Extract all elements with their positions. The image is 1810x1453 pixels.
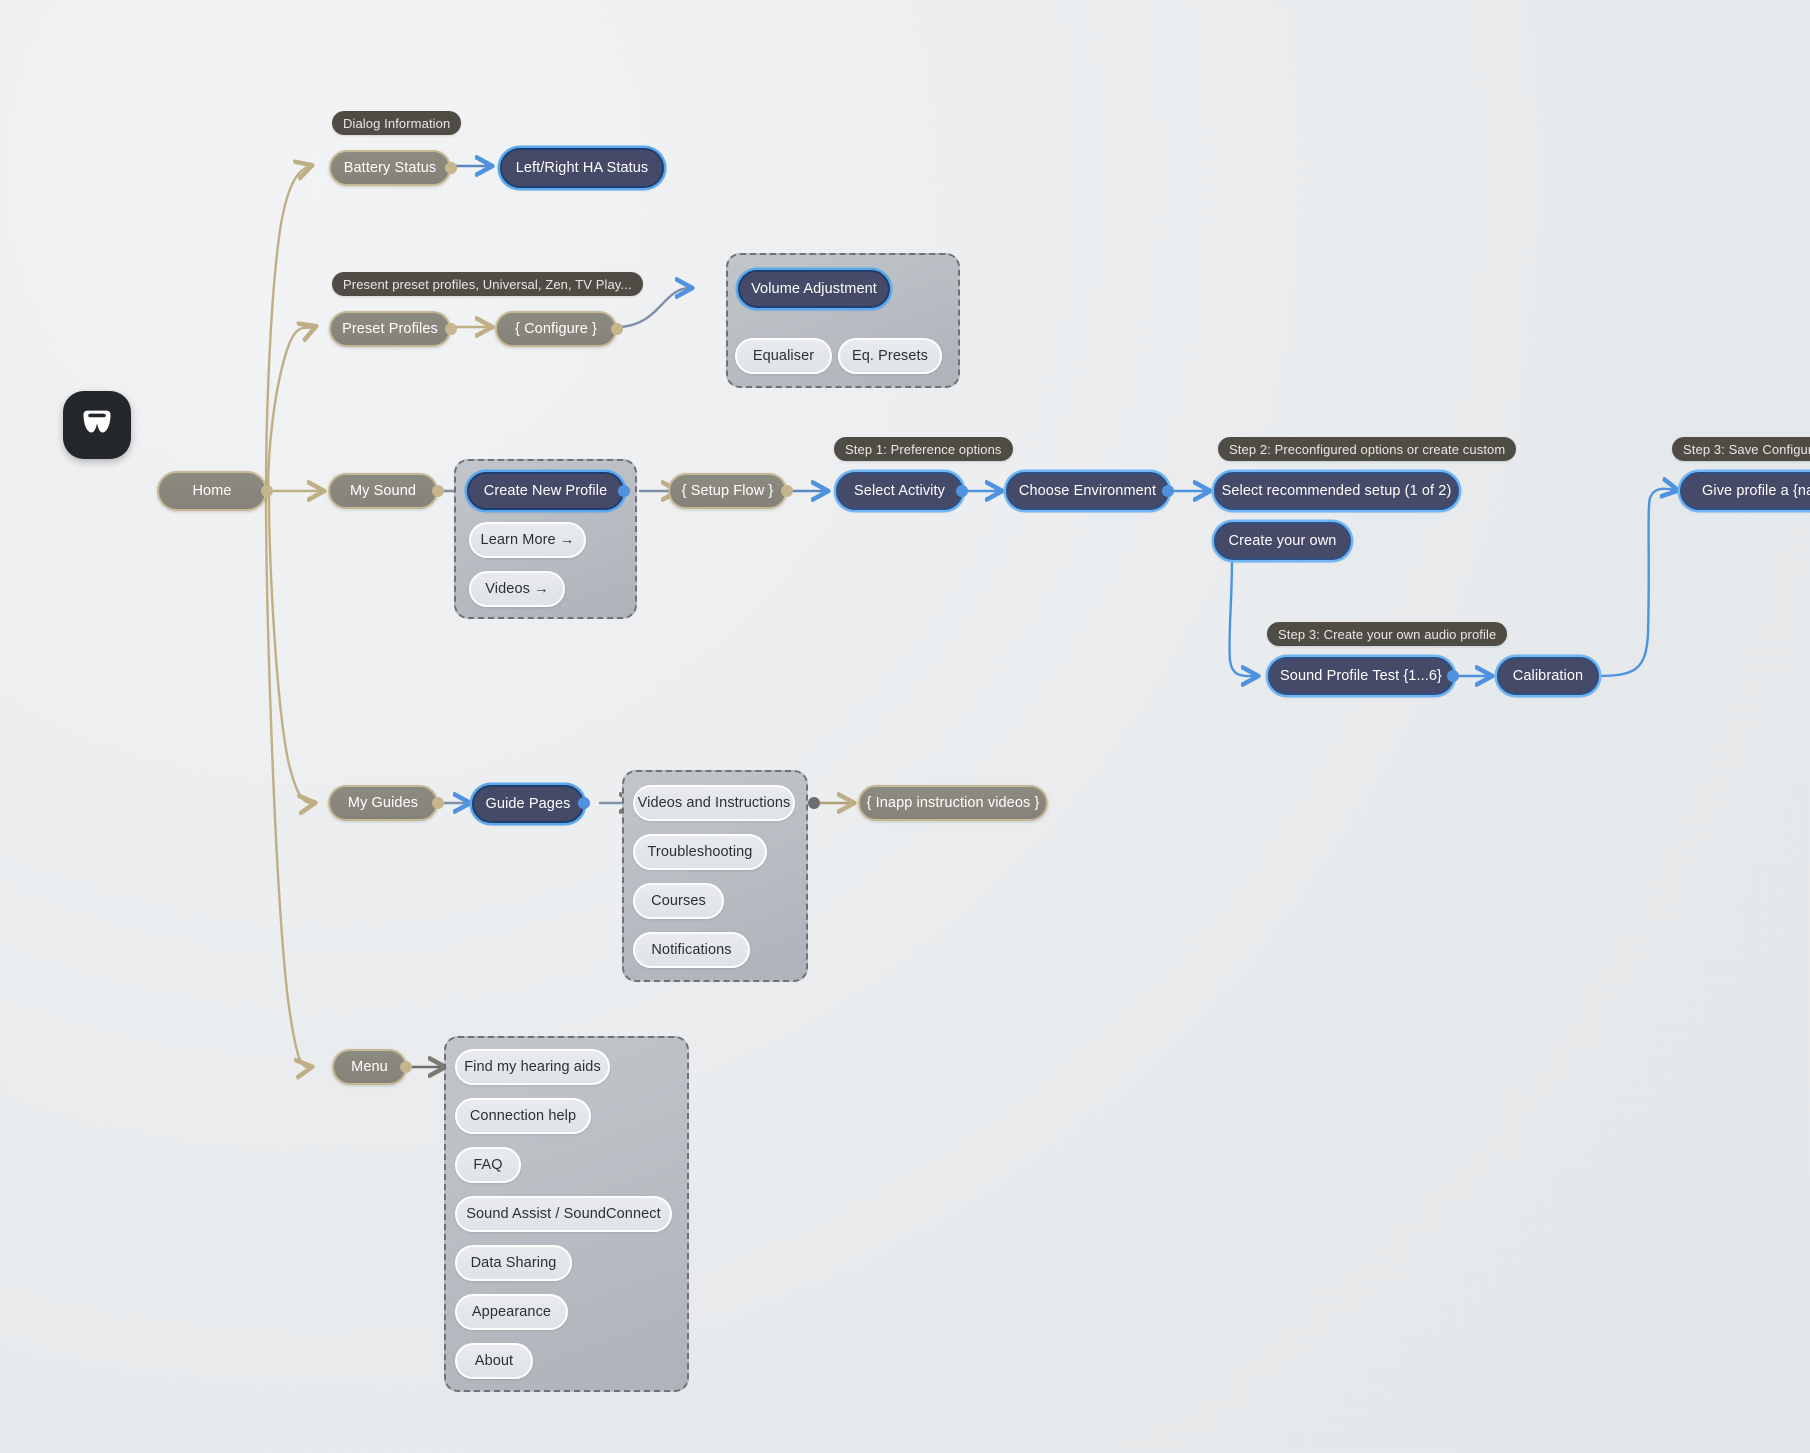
node-faq[interactable]: FAQ (455, 1147, 521, 1183)
node-sound-profile-test[interactable]: Sound Profile Test {1...6} (1268, 657, 1454, 695)
connector-dot-preset-profiles (445, 323, 457, 335)
node-connection-help-label: Connection help (469, 1107, 577, 1124)
connector-dot-battery-status (445, 162, 457, 174)
edge-layer (264, 0, 1810, 1453)
node-about-label: About (474, 1352, 514, 1369)
node-choose-environment-label: Choose Environment (1018, 482, 1157, 499)
connector-dot-menu (400, 1061, 412, 1073)
connector-dot-sound-profile-test (1447, 670, 1459, 682)
node-home-label: Home (192, 482, 232, 499)
node-courses[interactable]: Courses (633, 883, 724, 919)
node-appearance-label: Appearance (471, 1303, 552, 1320)
node-data-sharing-label: Data Sharing (470, 1254, 557, 1271)
node-find-my-hearing-aids[interactable]: Find my hearing aids (455, 1049, 610, 1085)
note-step-1: Step 1: Preference options (834, 437, 1013, 461)
node-home[interactable]: Home (157, 471, 267, 511)
note-step-2: Step 2: Preconfigured options or create … (1218, 437, 1517, 461)
node-calibration-label: Calibration (1512, 667, 1584, 684)
node-battery-status[interactable]: Battery Status (329, 150, 451, 186)
node-eq-presets[interactable]: Eq. Presets (838, 338, 942, 374)
note-step-2-label: Step 2: Preconfigured options or create … (1229, 441, 1506, 457)
node-courses-label: Courses (651, 892, 706, 909)
note-step-3-save-config-label: Step 3: Save Configur (1683, 441, 1810, 457)
node-select-recommended-setup[interactable]: Select recommended setup (1 of 2) (1214, 472, 1459, 510)
node-create-your-own[interactable]: Create your own (1214, 522, 1351, 560)
node-find-my-hearing-aids-label: Find my hearing aids (464, 1058, 601, 1075)
connector-dot-configure (611, 323, 623, 335)
node-volume-adjustment-label: Volume Adjustment (751, 280, 877, 297)
node-learn-more-label: Learn More → (480, 531, 575, 548)
note-step-3-create-own: Step 3: Create your own audio profile (1267, 622, 1508, 646)
node-troubleshooting-label: Troubleshooting (647, 843, 753, 860)
node-select-activity-label: Select Activity (854, 482, 945, 499)
node-menu-label: Menu (351, 1058, 388, 1075)
node-sound-profile-test-label: Sound Profile Test {1...6} (1280, 667, 1442, 684)
note-step-3-save-config: Step 3: Save Configur (1672, 437, 1810, 461)
node-inapp-instruction-videos-label: { Inapp instruction videos } (866, 794, 1040, 811)
connector-dot-choose-environment (1162, 485, 1174, 497)
node-videos-and-instructions-label: Videos and Instructions (637, 794, 791, 811)
node-give-profile-name-label: Give profile a {name (1702, 482, 1810, 499)
connector-dot-my-guides (432, 797, 444, 809)
node-select-activity[interactable]: Select Activity (836, 472, 963, 510)
node-setup-flow[interactable]: { Setup Flow } (668, 473, 787, 509)
note-step-3-create-own-label: Step 3: Create your own audio profile (1278, 626, 1497, 642)
diagram-canvas: Home Dialog Information Battery Status L… (0, 0, 1810, 1453)
node-data-sharing[interactable]: Data Sharing (455, 1245, 572, 1281)
note-dialog-information: Dialog Information (332, 111, 462, 135)
node-notifications-label: Notifications (651, 941, 732, 958)
node-troubleshooting[interactable]: Troubleshooting (633, 834, 767, 870)
node-my-guides-label: My Guides (347, 794, 419, 811)
node-videos-and-instructions[interactable]: Videos and Instructions (633, 785, 795, 821)
node-guide-pages-label: Guide Pages (485, 795, 571, 812)
connector-dot-videos-and-instructions (808, 797, 820, 809)
node-my-sound[interactable]: My Sound (328, 473, 438, 509)
node-learn-more[interactable]: Learn More → (469, 522, 586, 558)
node-sound-assist-soundconnect[interactable]: Sound Assist / SoundConnect (455, 1196, 672, 1232)
node-left-right-ha-status-label: Left/Right HA Status (515, 159, 649, 176)
node-create-new-profile[interactable]: Create New Profile (467, 472, 624, 510)
note-dialog-information-label: Dialog Information (343, 115, 451, 131)
node-notifications[interactable]: Notifications (633, 932, 750, 968)
node-videos-label: Videos → (485, 580, 549, 597)
node-faq-label: FAQ (473, 1156, 503, 1173)
node-configure-label: { Configure } (515, 320, 597, 337)
node-choose-environment[interactable]: Choose Environment (1006, 472, 1169, 510)
node-calibration[interactable]: Calibration (1497, 657, 1599, 695)
node-setup-flow-label: { Setup Flow } (681, 482, 774, 499)
node-sound-assist-soundconnect-label: Sound Assist / SoundConnect (466, 1205, 661, 1222)
node-appearance[interactable]: Appearance (455, 1294, 568, 1330)
node-videos[interactable]: Videos → (469, 571, 565, 607)
node-guide-pages[interactable]: Guide Pages (472, 785, 584, 823)
note-step-1-label: Step 1: Preference options (845, 441, 1002, 457)
node-my-guides[interactable]: My Guides (328, 785, 438, 821)
node-equaliser[interactable]: Equaliser (735, 338, 832, 374)
node-connection-help[interactable]: Connection help (455, 1098, 591, 1134)
node-about[interactable]: About (455, 1343, 533, 1379)
widex-w-logo-icon (63, 391, 131, 459)
node-menu[interactable]: Menu (332, 1049, 407, 1085)
connector-dot-guide-pages (578, 797, 590, 809)
node-my-sound-label: My Sound (349, 482, 417, 499)
node-preset-profiles[interactable]: Preset Profiles (329, 311, 451, 347)
node-inapp-instruction-videos[interactable]: { Inapp instruction videos } (858, 785, 1048, 821)
connector-dot-setup-flow (781, 485, 793, 497)
node-give-profile-name[interactable]: Give profile a {name (1680, 472, 1810, 510)
node-eq-presets-label: Eq. Presets (851, 347, 929, 364)
node-battery-status-label: Battery Status (343, 159, 437, 176)
node-select-recommended-setup-label: Select recommended setup (1 of 2) (1221, 482, 1452, 499)
connector-dot-home (261, 485, 273, 497)
connector-dot-select-activity (956, 485, 968, 497)
note-preset-profiles: Present preset profiles, Universal, Zen,… (332, 272, 643, 296)
node-preset-profiles-label: Preset Profiles (342, 320, 438, 337)
node-left-right-ha-status[interactable]: Left/Right HA Status (500, 148, 664, 188)
connector-dot-my-sound (432, 485, 444, 497)
node-configure[interactable]: { Configure } (495, 311, 617, 347)
node-volume-adjustment[interactable]: Volume Adjustment (738, 270, 890, 308)
node-create-new-profile-label: Create New Profile (483, 482, 608, 499)
node-equaliser-label: Equaliser (752, 347, 815, 364)
connector-dot-create-new-profile (618, 485, 630, 497)
node-create-your-own-label: Create your own (1228, 532, 1337, 549)
note-preset-profiles-label: Present preset profiles, Universal, Zen,… (343, 276, 632, 292)
